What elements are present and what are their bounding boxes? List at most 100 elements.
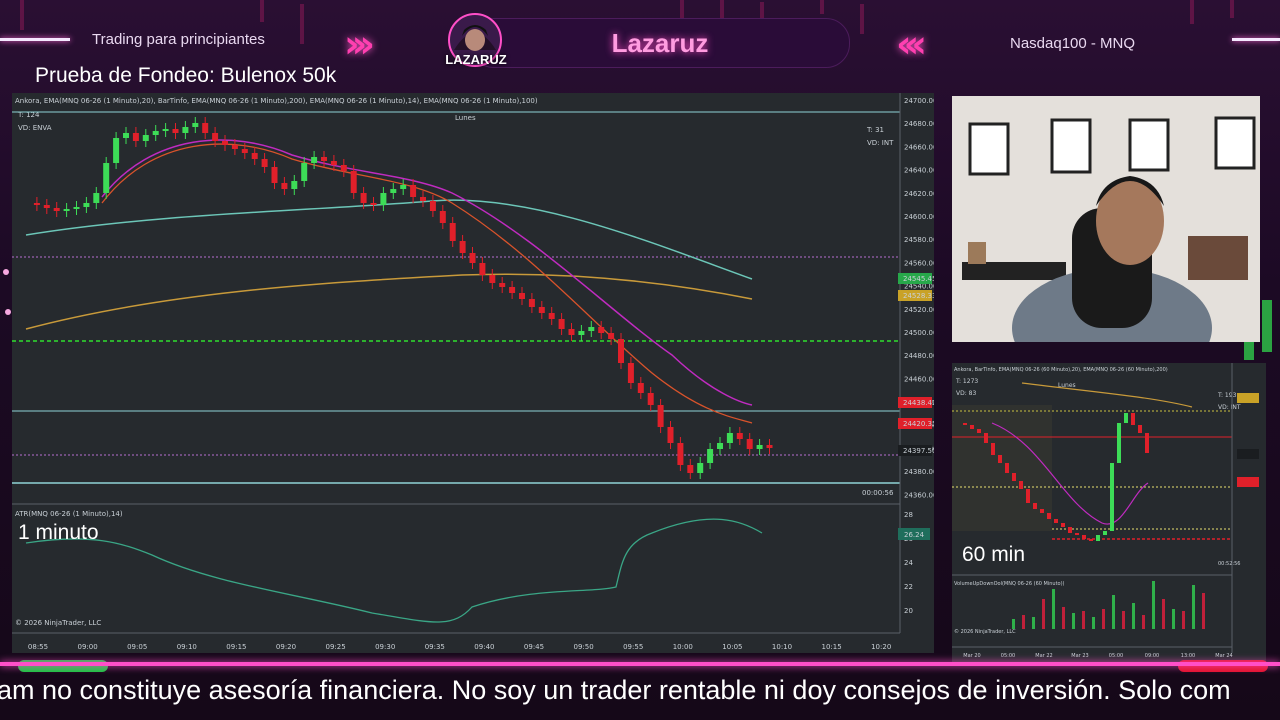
banner-line-left (0, 38, 70, 41)
time-tick: 10:15 (822, 643, 842, 651)
small-candle (1145, 433, 1149, 453)
small-time-tick: Mar 24 (1215, 653, 1232, 659)
candle (726, 433, 733, 443)
atr-header: ATR(MNQ 06-26 (1 Minuto),14) (15, 510, 123, 518)
candle (400, 185, 407, 189)
candle (83, 203, 90, 207)
candle (608, 333, 615, 339)
banner-line-right (1232, 38, 1280, 41)
candle (261, 159, 268, 167)
volume-bar (1192, 585, 1195, 629)
small-info-vd: VD: 83 (956, 390, 976, 397)
candle (321, 157, 327, 161)
candle (548, 313, 555, 319)
atr-tick: 28 (904, 511, 913, 519)
time-tick: 09:10 (177, 643, 197, 651)
small-candle (1110, 463, 1114, 531)
volume-bar (1172, 609, 1175, 629)
small-candle (1019, 481, 1023, 489)
webcam-feed (952, 96, 1260, 342)
candle (598, 327, 605, 333)
price-tick: 24480.00 (904, 352, 934, 360)
candle (172, 129, 179, 133)
volume-bar (1162, 599, 1165, 629)
main-chart-info-vd-right: VD: INT (867, 139, 894, 147)
atr-tick: 20 (904, 607, 913, 615)
candle (350, 171, 357, 193)
candle (459, 241, 466, 253)
candle (707, 449, 714, 463)
small-time-axis: Mar 20 05:00 Mar 22 Mar 23 05:00 09:00 13:00 Ma… (963, 653, 1232, 659)
candle (231, 145, 238, 149)
candle (390, 189, 397, 193)
volume-bar (1182, 611, 1185, 629)
small-timer: 00:52:56 (1218, 561, 1240, 567)
candle (627, 363, 634, 383)
candle (449, 223, 456, 241)
main-chart-info-vd: VD: ENVA (18, 124, 52, 132)
price-tick: 24700.00 (904, 97, 934, 105)
volume-bar (1042, 599, 1045, 629)
price-tick: 24380.00 (904, 468, 934, 476)
small-candle (977, 429, 981, 433)
candle (132, 133, 139, 141)
candle (162, 129, 169, 131)
logo-avatar-icon (448, 13, 502, 67)
small-candle (970, 425, 974, 429)
time-axis: 08:55 09:00 09:05 09:10 09:15 09:20 09:25 09:30… (28, 643, 891, 651)
candle (123, 133, 129, 138)
time-tick: 09:30 (375, 643, 395, 651)
atr-tag: 26.24 (904, 531, 925, 539)
candle (103, 163, 110, 193)
disclaimer-ticker: am no constituye asesoría financiera. No… (0, 672, 1280, 720)
small-candle (1061, 523, 1065, 527)
volume-bar (1012, 619, 1015, 629)
small-candle (1082, 535, 1086, 539)
time-tick: 09:45 (524, 643, 544, 651)
timeframe-label-60min: 60 min (962, 543, 1026, 566)
main-chart-panel[interactable]: Ankora, EMA(MNQ 06-26 (1 Minuto),20), Ba… (12, 93, 934, 653)
title-pill: Lazaruz (470, 18, 850, 68)
volume-header: VolumeUpDownOol(MNQ 06-26 (60 Minuto)) (954, 581, 1065, 587)
candle (429, 201, 436, 211)
candle (756, 445, 763, 449)
logo-text: LAZARUZ (445, 52, 507, 67)
small-chart-panel[interactable]: Ankora, BarTinfo, EMA(MNQ 06-26 (60 Minu… (952, 363, 1266, 665)
volume-bar (1062, 607, 1065, 629)
candle (410, 185, 417, 197)
candle (677, 443, 684, 465)
time-tick: 09:25 (326, 643, 346, 651)
volume-bar (1072, 613, 1075, 629)
candle (340, 165, 347, 171)
candle (647, 393, 654, 405)
price-tick: 24580.00 (904, 236, 934, 244)
candle (687, 465, 694, 473)
small-time-tick: 09:00 (1145, 653, 1159, 659)
volume-bar (1082, 611, 1085, 629)
price-tick: 24360.00 (904, 491, 934, 499)
candle (142, 135, 149, 141)
candle (746, 439, 753, 449)
candle (93, 193, 100, 203)
atr-line (25, 518, 763, 623)
price-tick: 24600.00 (904, 213, 934, 221)
banner-right-text: Nasdaq100 - MNQ (1010, 35, 1136, 52)
main-chart-svg[interactable]: Ankora, EMA(MNQ 06-26 (1 Minuto),20), Ba… (12, 93, 934, 653)
small-chart-svg[interactable]: Ankora, BarTinfo, EMA(MNQ 06-26 (60 Minu… (952, 363, 1266, 665)
candle (63, 209, 70, 211)
small-candle (998, 455, 1002, 463)
atr-tick: 24 (904, 559, 913, 567)
candle (271, 167, 278, 183)
candle (301, 163, 308, 181)
small-candle (1040, 509, 1044, 513)
bar-timer: 00:00:56 (862, 489, 894, 497)
time-tick: 09:55 (623, 643, 643, 651)
time-tick: 10:05 (722, 643, 742, 651)
small-candle (1117, 423, 1121, 463)
small-candle (1068, 527, 1072, 533)
candle (657, 405, 664, 427)
candle (736, 433, 743, 439)
candle (528, 299, 535, 307)
volume-bar (1052, 589, 1055, 629)
banner-left-text: Trading para principiantes (92, 31, 265, 48)
